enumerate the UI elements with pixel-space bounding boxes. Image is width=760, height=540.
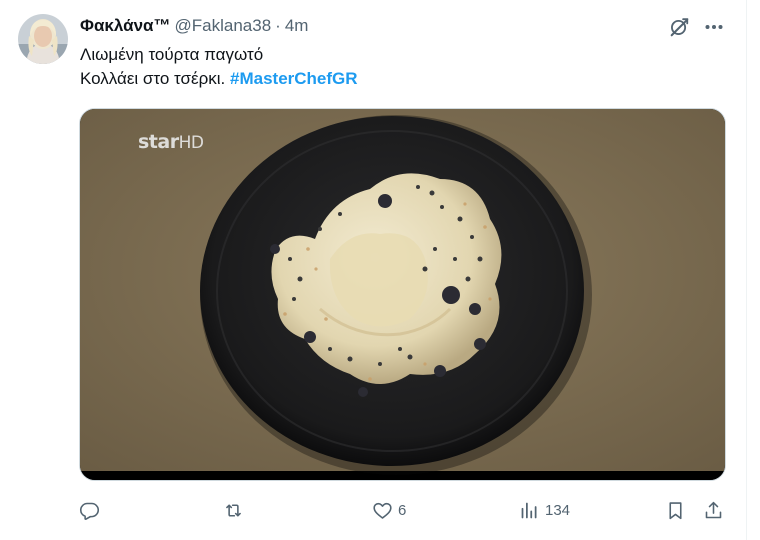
column-divider: [746, 0, 747, 540]
more-dots-icon: [705, 25, 723, 29]
tweet-text-line-2-body: Κολλάει στο τσέρκι.: [80, 69, 226, 88]
reply-icon: [79, 502, 100, 520]
retweet-button[interactable]: [223, 497, 249, 523]
channel-watermark: starHD: [138, 131, 204, 153]
tweet-timestamp[interactable]: 4m: [285, 16, 309, 36]
grok-button[interactable]: [666, 14, 692, 40]
dessert-plate-photo: [80, 109, 725, 480]
tweet-text: Λιωμένη τούρτα παγωτό Κολλάει στο τσέρκι…: [80, 43, 358, 91]
avatar[interactable]: [18, 14, 68, 64]
retweet-icon: [226, 503, 241, 517]
bookmark-icon: [669, 501, 682, 519]
share-button[interactable]: [703, 497, 724, 523]
more-options-button[interactable]: [701, 14, 727, 40]
like-button[interactable]: 6: [372, 497, 406, 523]
hashtag-link[interactable]: #MasterChefGR: [230, 69, 358, 88]
views-count: 134: [545, 501, 571, 519]
header-separator: ·: [275, 16, 281, 35]
heart-icon: [373, 502, 392, 519]
share-icon: [705, 501, 722, 518]
avatar-image: [18, 14, 68, 64]
grok-icon: [670, 18, 689, 37]
tweet-header: Φακλάνα™ @Faklana38 · 4m: [80, 15, 308, 37]
reply-button[interactable]: [79, 497, 105, 523]
like-count: 6: [398, 501, 407, 519]
tweet-media-video[interactable]: starHD: [79, 108, 726, 481]
author-handle[interactable]: @Faklana38: [175, 16, 272, 36]
tweet-text-line-1: Λιωμένη τούρτα παγωτό: [80, 45, 264, 64]
tweet-text-line-2: Κολλάει στο τσέρκι. #MasterChefGR: [80, 67, 358, 91]
views-button[interactable]: 134: [519, 497, 570, 523]
views-bar-icon: [521, 502, 537, 518]
author-display-name[interactable]: Φακλάνα™: [80, 16, 171, 36]
bookmark-button[interactable]: [665, 497, 686, 523]
